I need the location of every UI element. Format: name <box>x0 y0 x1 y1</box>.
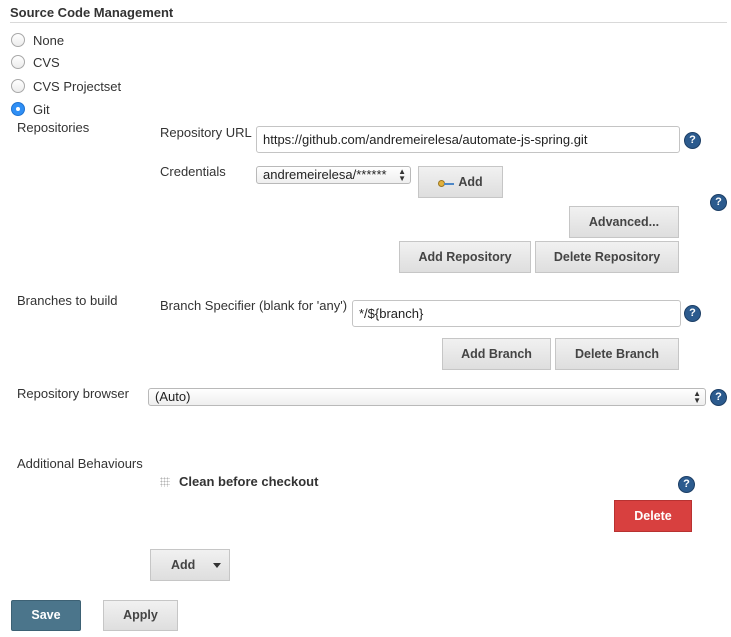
add-behaviour-dropdown-button[interactable]: Add <box>150 549 230 581</box>
scm-option-none[interactable]: None <box>11 31 64 49</box>
repository-browser-label: Repository browser <box>17 386 129 401</box>
scm-option-cvs-projectset[interactable]: CVS Projectset <box>11 77 121 95</box>
branch-specifier-input[interactable]: */${branch} <box>352 300 681 327</box>
credentials-select[interactable]: andremeirelesa/****** ▲ ▼ <box>256 166 411 184</box>
select-arrows-icon: ▲ ▼ <box>693 389 701 405</box>
radio-git[interactable] <box>11 102 25 116</box>
section-divider <box>10 22 727 23</box>
repository-browser-select[interactable]: (Auto) ▲ ▼ <box>148 388 706 406</box>
scm-option-cvs[interactable]: CVS <box>11 53 60 71</box>
scm-option-label: Git <box>33 101 50 117</box>
add-branch-button[interactable]: Add Branch <box>442 338 551 370</box>
credentials-select-value: andremeirelesa/****** <box>263 167 387 182</box>
help-icon[interactable]: ? <box>684 305 701 322</box>
advanced-button[interactable]: Advanced... <box>569 206 679 238</box>
apply-button[interactable]: Apply <box>103 600 178 631</box>
add-repository-button[interactable]: Add Repository <box>399 241 531 273</box>
drag-handle-icon[interactable] <box>160 477 170 487</box>
radio-none[interactable] <box>11 33 25 47</box>
section-title: Source Code Management <box>10 5 174 20</box>
delete-behaviour-button[interactable]: Delete <box>614 500 692 532</box>
repository-url-label: Repository URL <box>160 125 252 140</box>
credentials-label: Credentials <box>160 164 226 179</box>
add-behaviour-label: Add <box>171 558 196 572</box>
scm-option-label: CVS Projectset <box>33 78 122 94</box>
repositories-label: Repositories <box>17 120 90 135</box>
save-button[interactable]: Save <box>11 600 81 631</box>
help-icon[interactable]: ? <box>684 132 701 149</box>
delete-branch-button[interactable]: Delete Branch <box>555 338 679 370</box>
chevron-down-icon <box>213 563 221 568</box>
repository-url-input[interactable]: https://github.com/andremeirelesa/automa… <box>256 126 680 153</box>
add-credentials-label: Add <box>458 175 483 189</box>
branches-label: Branches to build <box>17 293 118 308</box>
branch-specifier-label: Branch Specifier (blank for 'any') <box>160 298 348 313</box>
select-arrows-icon: ▲ ▼ <box>398 167 406 183</box>
add-credentials-button[interactable]: Add <box>418 166 503 198</box>
additional-behaviours-label: Additional Behaviours <box>17 456 143 471</box>
help-icon[interactable]: ? <box>678 476 695 493</box>
behaviour-title: Clean before checkout <box>179 474 319 489</box>
help-icon[interactable]: ? <box>710 389 727 406</box>
delete-repository-button[interactable]: Delete Repository <box>535 241 679 273</box>
radio-cvs[interactable] <box>11 55 25 69</box>
repository-browser-value: (Auto) <box>155 389 191 404</box>
key-icon <box>438 178 455 188</box>
radio-cvs-projectset[interactable] <box>11 79 25 93</box>
scm-option-label: CVS <box>33 54 60 70</box>
scm-option-git[interactable]: Git <box>11 100 50 118</box>
scm-option-label: None <box>33 32 65 48</box>
help-icon[interactable]: ? <box>710 194 727 211</box>
